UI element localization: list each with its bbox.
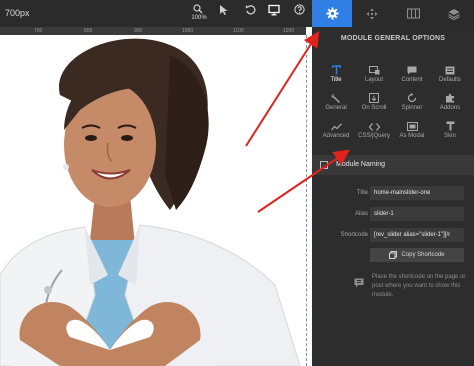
desktop-view-icon[interactable]	[265, 4, 283, 24]
option-content[interactable]: Content	[392, 61, 432, 87]
option-css-jquery[interactable]: CSS/jQuery	[354, 117, 394, 143]
code-icon	[368, 123, 380, 131]
horizontal-ruler: 700 800 900 1000 1100 1200	[0, 27, 306, 35]
skin-icon	[446, 121, 454, 131]
shortcode-field-label: Shortcode	[340, 232, 368, 238]
zoom-percentage: 100%	[191, 15, 207, 21]
scroll-icon	[369, 93, 379, 103]
wrench-icon	[331, 93, 340, 103]
cursor-icon[interactable]	[216, 4, 232, 24]
modal-icon	[406, 122, 418, 131]
ruler-tick: 1000	[182, 28, 194, 34]
option-spinner[interactable]: Spinner	[392, 89, 432, 115]
spinner-icon	[407, 93, 417, 103]
option-defaults[interactable]: Defaults	[430, 61, 470, 87]
ruler-tick: 1200	[283, 28, 295, 34]
shortcode-hint: Place the shortcode on the page or post …	[372, 274, 466, 298]
section-title: Module Naming	[336, 161, 386, 168]
title-field-label: Title	[356, 190, 368, 196]
option-css-jquery-label: CSS/jQuery	[358, 133, 390, 139]
section-module-naming[interactable]: Module Naming	[312, 155, 474, 175]
info-icon	[354, 275, 364, 288]
chart-icon	[330, 123, 342, 131]
tab-module-settings[interactable]	[312, 0, 352, 27]
ruler-tick: 1100	[233, 28, 244, 34]
shortcode-field[interactable]: [rev_slider alias="slider-1"][/r	[370, 228, 464, 242]
option-addons[interactable]: Addons	[430, 89, 470, 115]
title-icon	[331, 65, 341, 75]
slide-canvas[interactable]	[0, 35, 306, 366]
option-title-label: Title	[330, 77, 342, 83]
option-on-scroll-label: On Scroll	[361, 105, 387, 111]
slide-image-doctor	[0, 38, 301, 366]
canvas-width-label: 700px	[5, 8, 30, 18]
copy-shortcode-button[interactable]: Copy Shortcode	[370, 248, 464, 262]
defaults-icon	[445, 66, 455, 75]
alias-field-label: Alias	[354, 211, 368, 217]
option-advanced-label: Advanced	[322, 133, 350, 139]
copy-shortcode-label: Copy Shortcode	[401, 252, 445, 258]
ruler-tick: 700	[34, 28, 43, 34]
panel-title: MODULE GENERAL OPTIONS	[340, 35, 446, 42]
slides-icon	[406, 8, 420, 19]
title-field[interactable]: home-mainslider-one	[370, 186, 464, 200]
gear-icon	[325, 7, 339, 20]
layers-icon	[448, 8, 460, 20]
option-layout[interactable]: Layout	[354, 61, 394, 87]
option-as-modal[interactable]: As Modal	[392, 117, 432, 143]
navigation-arrows-icon	[366, 8, 378, 19]
option-skin-label: Skin	[444, 133, 456, 139]
option-general[interactable]: General	[316, 89, 356, 115]
option-spinner-label: Spinner	[401, 105, 423, 111]
tab-slide-options[interactable]	[393, 0, 433, 27]
option-content-label: Content	[401, 77, 423, 83]
option-as-modal-label: As Modal	[399, 133, 425, 139]
option-advanced[interactable]: Advanced	[316, 117, 356, 143]
content-icon	[407, 66, 417, 75]
option-addons-label: Addons	[439, 105, 461, 111]
layout-icon	[368, 66, 379, 75]
copy-icon	[389, 251, 398, 259]
zoom-icon[interactable]	[188, 4, 208, 24]
help-icon[interactable]	[291, 4, 307, 24]
option-title[interactable]: Title	[316, 61, 356, 87]
puzzle-icon	[446, 93, 454, 103]
undo-icon[interactable]	[242, 4, 258, 24]
option-defaults-label: Defaults	[438, 77, 461, 83]
ruler-tick: 900	[134, 28, 143, 34]
tab-navigation[interactable]	[352, 0, 392, 27]
naming-section-icon	[320, 161, 328, 169]
option-general-label: General	[325, 105, 347, 111]
alias-field[interactable]: slider-1	[370, 207, 464, 221]
slider-editor: 700px 100% 700 800 900 1000 1100 1200 MO…	[0, 0, 474, 366]
top-toolbar: 700px 100%	[0, 0, 474, 27]
option-skin[interactable]: Skin	[430, 117, 470, 143]
module-options-panel: MODULE GENERAL OPTIONS Title Layout Cont…	[312, 27, 474, 366]
canvas-guide-line	[306, 35, 307, 366]
option-on-scroll[interactable]: On Scroll	[354, 89, 394, 115]
ruler-tick: 800	[84, 28, 93, 34]
tab-layers[interactable]	[434, 0, 474, 27]
option-layout-label: Layout	[364, 77, 383, 83]
